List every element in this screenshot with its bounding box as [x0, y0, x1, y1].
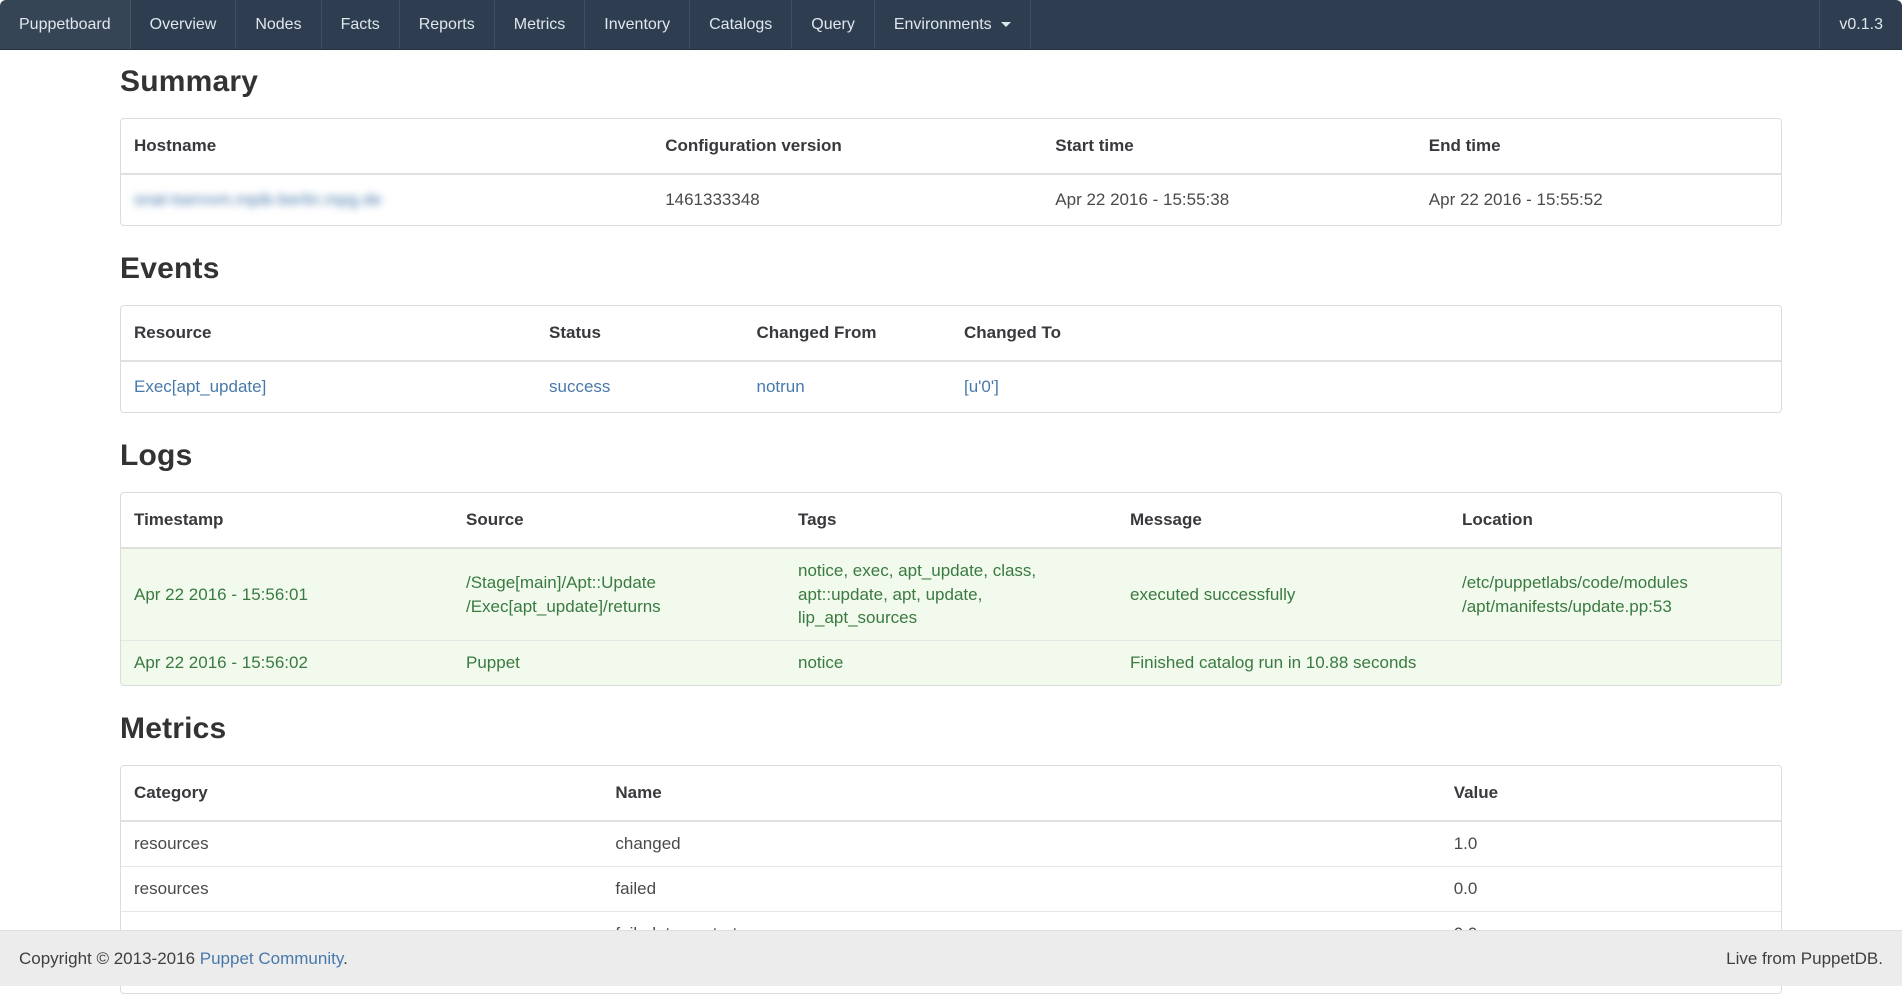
metric-value-cell: 1.0 [1441, 821, 1781, 866]
events-col-resource: Resource [121, 306, 536, 361]
metrics-col-name: Name [602, 766, 1440, 821]
puppet-community-link[interactable]: Puppet Community [200, 949, 343, 968]
summary-col-hostname: Hostname [121, 119, 652, 174]
changed-to-cell: [u'0'] [951, 361, 1781, 412]
metrics-col-value: Value [1441, 766, 1781, 821]
events-table: Resource Status Changed From Changed To … [121, 306, 1781, 412]
summary-col-end-time: End time [1416, 119, 1781, 174]
nav-item-nodes[interactable]: Nodes [236, 0, 321, 49]
log-tags-cell: notice [785, 641, 1117, 685]
log-location-cell [1449, 641, 1781, 685]
metric-name-cell: failed [602, 866, 1440, 911]
nav-item-facts[interactable]: Facts [322, 0, 400, 49]
summary-panel: Hostname Configuration version Start tim… [120, 118, 1782, 226]
summary-section: Summary Hostname Configuration version S… [120, 65, 1782, 226]
environments-dropdown[interactable]: Environments [875, 0, 1031, 49]
logs-table: Timestamp Source Tags Message Location A… [121, 493, 1781, 685]
logs-col-source: Source [453, 493, 785, 548]
table-row: snat-tservvm.mpib-berlin.mpg.de 14613333… [121, 174, 1781, 225]
events-col-changed-to: Changed To [951, 306, 1781, 361]
navbar-links: Puppetboard Overview Nodes Facts Reports… [0, 0, 1031, 49]
metrics-col-category: Category [121, 766, 602, 821]
nav-item-inventory[interactable]: Inventory [585, 0, 690, 49]
footer-copyright: Copyright © 2013-2016 Puppet Community. [19, 949, 348, 969]
table-row: resources changed 1.0 [121, 821, 1781, 866]
log-timestamp-cell: Apr 22 2016 - 15:56:01 [121, 548, 453, 641]
metrics-heading: Metrics [120, 712, 1782, 745]
metric-category-cell: resources [121, 821, 602, 866]
footer: Copyright © 2013-2016 Puppet Community. … [0, 930, 1902, 986]
events-col-changed-from: Changed From [744, 306, 952, 361]
log-source-cell: /Stage[main]/Apt::Update /Exec[apt_updat… [453, 548, 785, 641]
nav-item-overview[interactable]: Overview [131, 0, 237, 49]
config-version-cell: 1461333348 [652, 174, 1042, 225]
events-panel: Resource Status Changed From Changed To … [120, 305, 1782, 413]
events-heading: Events [120, 252, 1782, 285]
table-header-row: Hostname Configuration version Start tim… [121, 119, 1781, 174]
end-time-cell: Apr 22 2016 - 15:55:52 [1416, 174, 1781, 225]
log-source-cell: Puppet [453, 641, 785, 685]
logs-col-location: Location [1449, 493, 1781, 548]
brand-puppetboard[interactable]: Puppetboard [0, 0, 131, 49]
metric-category-cell: resources [121, 866, 602, 911]
events-section: Events Resource Status Changed From Chan… [120, 252, 1782, 413]
logs-heading: Logs [120, 439, 1782, 472]
main-content: Summary Hostname Configuration version S… [120, 65, 1782, 994]
log-message-cell: Finished catalog run in 10.88 seconds [1117, 641, 1449, 685]
logs-col-message: Message [1117, 493, 1449, 548]
logs-col-timestamp: Timestamp [121, 493, 453, 548]
copyright-period: . [343, 949, 348, 968]
changed-from-cell: notrun [744, 361, 952, 412]
log-row-success: Apr 22 2016 - 15:56:01 /Stage[main]/Apt:… [121, 548, 1781, 641]
logs-section: Logs Timestamp Source Tags Message Locat… [120, 439, 1782, 686]
nav-item-catalogs[interactable]: Catalogs [690, 0, 792, 49]
footer-puppetdb-status: Live from PuppetDB. [1726, 949, 1883, 969]
copyright-text: Copyright © 2013-2016 [19, 949, 200, 968]
table-header-row: Timestamp Source Tags Message Location [121, 493, 1781, 548]
summary-table: Hostname Configuration version Start tim… [121, 119, 1781, 225]
metric-name-cell: changed [602, 821, 1440, 866]
log-row-success: Apr 22 2016 - 15:56:02 Puppet notice Fin… [121, 641, 1781, 685]
resource-cell: Exec[apt_update] [121, 361, 536, 412]
hostname-cell: snat-tservvm.mpib-berlin.mpg.de [121, 174, 652, 225]
log-timestamp-cell: Apr 22 2016 - 15:56:02 [121, 641, 453, 685]
environments-dropdown-label: Environments [894, 16, 992, 34]
log-location-cell: /etc/puppetlabs/code/modules /apt/manife… [1449, 548, 1781, 641]
changed-from-link[interactable]: notrun [757, 377, 805, 396]
summary-heading: Summary [120, 65, 1782, 98]
status-link[interactable]: success [549, 377, 610, 396]
changed-to-link[interactable]: [u'0'] [964, 377, 999, 396]
summary-col-config-version: Configuration version [652, 119, 1042, 174]
caret-down-icon [1001, 22, 1011, 27]
table-header-row: Category Name Value [121, 766, 1781, 821]
nav-item-reports[interactable]: Reports [400, 0, 495, 49]
status-cell: success [536, 361, 744, 412]
start-time-cell: Apr 22 2016 - 15:55:38 [1042, 174, 1416, 225]
hostname-link[interactable]: snat-tservvm.mpib-berlin.mpg.de [134, 190, 382, 209]
nav-item-metrics[interactable]: Metrics [495, 0, 586, 49]
logs-panel: Timestamp Source Tags Message Location A… [120, 492, 1782, 686]
resource-link[interactable]: Exec[apt_update] [134, 377, 266, 396]
navbar: Puppetboard Overview Nodes Facts Reports… [0, 0, 1902, 50]
summary-col-start-time: Start time [1042, 119, 1416, 174]
logs-col-tags: Tags [785, 493, 1117, 548]
events-col-status: Status [536, 306, 744, 361]
metric-value-cell: 0.0 [1441, 866, 1781, 911]
table-header-row: Resource Status Changed From Changed To [121, 306, 1781, 361]
version-badge: v0.1.3 [1819, 0, 1902, 49]
log-message-cell: executed successfully [1117, 548, 1449, 641]
table-row: Exec[apt_update] success notrun [u'0'] [121, 361, 1781, 412]
table-row: resources failed 0.0 [121, 866, 1781, 911]
nav-item-query[interactable]: Query [792, 0, 875, 49]
log-tags-cell: notice, exec, apt_update, class, apt::up… [785, 548, 1117, 641]
